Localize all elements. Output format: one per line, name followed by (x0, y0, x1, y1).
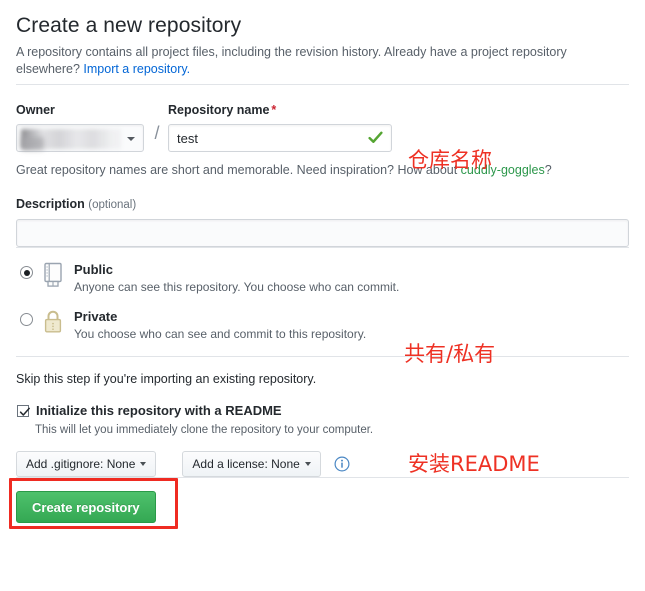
owner-label: Owner (16, 103, 55, 117)
visibility-private-text: Private You choose who can see and commi… (74, 309, 629, 342)
page-description: A repository contains all project files,… (16, 44, 616, 78)
visibility-private-subtitle: You choose who can see and commit to thi… (74, 327, 367, 341)
owner-avatar-blurred (22, 137, 44, 150)
divider-visibility (16, 247, 629, 248)
repository-name-hint: Great repository names are short and mem… (16, 162, 629, 179)
page-title: Create a new repository (16, 14, 242, 37)
divider-initialize (16, 356, 629, 357)
visibility-public-title: Public (74, 262, 114, 277)
visibility-options: Public Anyone can see this repository. Y… (16, 262, 629, 342)
initialize-readme-text: Initialize this repository with a README (36, 402, 282, 420)
submit-area: Create repository (9, 478, 629, 535)
hint-text-after: ? (544, 163, 552, 177)
checkmark-icon (19, 407, 30, 416)
import-repository-link[interactable]: Import a repository. (83, 62, 190, 76)
description-field: Description (optional) (16, 196, 629, 247)
repository-name-label: Repository name * (168, 102, 392, 118)
visibility-private-title: Private (74, 309, 118, 324)
gitignore-dropdown[interactable]: Add .gitignore: None (16, 451, 157, 477)
description-optional-label: (optional) (88, 199, 137, 211)
annotation-readme: 安装README (408, 452, 540, 476)
license-dropdown[interactable]: Add a license: None (182, 451, 321, 477)
repository-name-input-wrap (168, 124, 392, 152)
required-asterisk: * (271, 103, 277, 117)
chevron-down-icon (127, 137, 135, 141)
lock-icon (44, 310, 62, 333)
create-repository-page: Create a new repository A repository con… (0, 0, 645, 591)
gitignore-dropdown-label: Add .gitignore: None (26, 457, 136, 471)
initialize-readme-subtext: This will let you immediately clone the … (35, 424, 374, 436)
repository-name-input[interactable] (168, 124, 392, 152)
chevron-down-icon (140, 462, 147, 466)
owner-field: Owner (16, 102, 146, 152)
info-circle-icon[interactable] (334, 456, 350, 472)
annotation-repository-name: 仓库名称 (408, 148, 492, 172)
owner-dropdown[interactable] (16, 124, 144, 152)
visibility-option-public[interactable]: Public Anyone can see this repository. Y… (16, 262, 629, 295)
divider-header (16, 84, 629, 85)
repo-book-icon (44, 262, 62, 287)
repository-name-field: Repository name * (168, 102, 392, 152)
checkbox-initialize-readme[interactable] (17, 405, 30, 417)
owner-name-row: Owner / Repository name * (16, 102, 629, 152)
description-input[interactable] (16, 219, 629, 247)
visibility-option-private[interactable]: Private You choose who can see and commi… (16, 309, 629, 342)
visibility-public-subtitle: Anyone can see this repository. You choo… (74, 280, 400, 294)
description-label-text: Description (16, 197, 85, 211)
description-label: Description (optional) (16, 196, 629, 213)
skip-step-text: Skip this step if you're importing an ex… (16, 372, 317, 386)
repository-name-label-text: Repository name (168, 103, 270, 117)
path-separator: / (154, 123, 160, 143)
initialize-readme-label: Initialize this repository with a README (36, 403, 282, 418)
radio-public[interactable] (20, 266, 33, 279)
initialize-readme-row[interactable]: Initialize this repository with a README (16, 402, 629, 420)
visibility-public-text: Public Anyone can see this repository. Y… (74, 262, 629, 295)
create-repository-button[interactable]: Create repository (16, 491, 156, 523)
chevron-down-icon (304, 462, 311, 466)
license-dropdown-label: Add a license: None (192, 457, 300, 471)
annotation-visibility: 共有/私有 (404, 342, 496, 366)
radio-private[interactable] (20, 313, 33, 326)
hint-text-before: Great repository names are short and mem… (16, 163, 461, 177)
